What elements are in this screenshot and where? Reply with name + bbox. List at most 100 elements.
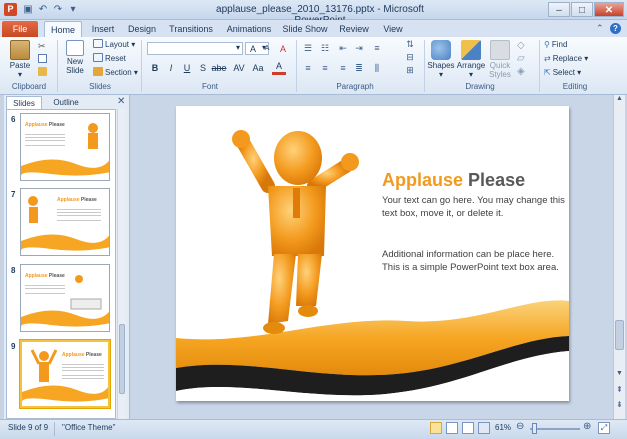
group-separator [57,40,58,92]
italic-button[interactable]: I [164,62,178,74]
chevron-down-icon: ▾ [235,43,240,52]
tab-slides[interactable]: Slides [6,96,42,109]
grow-font-button[interactable]: A [246,43,260,55]
change-case-button[interactable]: Aa [250,62,266,74]
paste-button[interactable]: Paste ▾ [6,40,34,79]
replace-button[interactable]: ⇄ Replace ▾ [544,53,588,64]
section-button[interactable]: Section ▾ [93,67,138,78]
next-slide-icon[interactable]: ⇟ [614,400,625,409]
tab-animations[interactable]: Animations [222,21,276,37]
shrink-font-button[interactable]: A [260,43,274,55]
increase-indent-icon[interactable]: ⇥ [352,42,366,54]
align-center-icon[interactable]: ≡ [318,62,332,74]
zoom-slider[interactable] [530,428,580,430]
decrease-indent-icon[interactable]: ⇤ [336,42,350,54]
new-slide-button[interactable]: New Slide [61,40,89,75]
slide-count-status: Slide 9 of 9 [8,423,49,432]
tab-slide-show[interactable]: Slide Show [280,21,330,37]
scroll-up-icon[interactable]: ▲ [614,95,625,106]
quick-styles-button[interactable]: Quick Styles [486,40,514,79]
normal-view-icon[interactable] [430,422,442,434]
zoom-in-icon[interactable]: ⊕ [583,421,591,432]
close-button[interactable]: ✕ [594,2,624,17]
clear-formatting-button[interactable]: A [276,43,290,55]
align-right-icon[interactable]: ≡ [336,62,350,74]
tab-outline[interactable]: Outline [44,96,88,109]
slide-sorter-icon[interactable] [446,422,458,434]
arrange-button[interactable]: Arrange ▾ [456,40,486,79]
select-button[interactable]: ⇱ Select ▾ [544,67,581,78]
close-pane-icon[interactable]: ✕ [117,96,125,107]
bold-button[interactable]: B [148,62,162,74]
previous-slide-icon[interactable]: ⇞ [614,385,625,394]
shape-fill-icon[interactable]: ◇ [517,40,525,51]
strikethrough-button[interactable]: abe [210,62,228,74]
tab-transitions[interactable]: Transitions [164,21,218,37]
clipboard-icon [10,40,30,60]
align-text-icon[interactable]: ⊟ [403,51,417,63]
character-spacing-button[interactable]: AV [230,62,248,74]
layout-icon [93,39,103,48]
slide-thumbnail-7[interactable]: Applause Please [20,188,110,256]
tab-design[interactable]: Design [124,21,160,37]
layout-button[interactable]: Layout ▾ [93,39,135,50]
minimize-ribbon-icon[interactable]: ⌃ [596,23,604,34]
format-painter-icon[interactable] [38,67,47,76]
zoom-out-icon[interactable]: ⊖ [516,421,524,432]
tab-insert[interactable]: Insert [86,21,120,37]
scroll-thumb[interactable] [119,324,125,394]
shapes-button[interactable]: Shapes ▾ [427,40,455,79]
group-separator [424,40,425,92]
reading-view-icon[interactable] [462,422,474,434]
group-label-paragraph: Paragraph [336,82,374,91]
find-button[interactable]: ⚲ Find [544,39,567,50]
text-direction-icon[interactable]: ⇅ [403,38,417,50]
fit-slide-icon[interactable]: ⤢ [598,422,610,434]
slide-thumbnail-6[interactable]: Applause Please [20,113,110,181]
cut-icon[interactable]: ✂ [38,41,46,52]
slide-thumbnail-9[interactable]: Applause Please [19,339,111,409]
undo-icon[interactable]: ↶ [36,3,50,16]
reset-button[interactable]: Reset [93,53,126,64]
save-icon[interactable]: ▣ [21,3,35,16]
reset-icon [93,53,103,62]
tab-file[interactable]: File [2,21,38,37]
shape-effects-icon[interactable]: ◈ [517,66,525,77]
smartart-icon[interactable]: ⊞ [403,64,417,76]
shape-outline-icon[interactable]: ▱ [517,53,525,64]
customize-qat-icon[interactable]: ▾ [66,3,80,16]
minimize-button[interactable]: – [548,2,570,17]
slide-body-text-1[interactable]: Your text can go here. You may change th… [382,194,567,220]
font-color-button[interactable]: A [272,60,286,75]
line-spacing-icon[interactable]: ≡ [370,42,384,54]
shadow-button[interactable]: S [196,62,210,74]
justify-icon[interactable]: ≣ [352,62,366,74]
bullets-icon[interactable]: ☰ [301,42,315,54]
zoom-level[interactable]: 61% [495,423,511,432]
maximize-button[interactable]: □ [571,2,593,17]
zoom-slider-thumb[interactable] [532,423,537,434]
columns-icon[interactable]: ⫼ [370,62,384,74]
slide-title[interactable]: Applause Please [382,170,525,191]
slide-body-text-2[interactable]: Additional information can be place here… [382,248,567,274]
scroll-thumb[interactable] [615,320,624,350]
tab-home[interactable]: Home [44,21,82,37]
redo-icon[interactable]: ↷ [51,3,65,16]
font-name-combo[interactable]: ▾ [147,42,243,55]
theme-status: "Office Theme" [62,423,116,432]
tab-view[interactable]: View [378,21,408,37]
slide-canvas[interactable]: Applause Please Your text can go here. Y… [176,106,569,401]
shapes-icon [431,40,451,60]
align-left-icon[interactable]: ≡ [301,62,315,74]
underline-button[interactable]: U [180,62,194,74]
slide-thumbnail-8[interactable]: Applause Please [20,264,110,332]
help-icon[interactable]: ? [610,23,621,34]
copy-icon[interactable] [38,54,47,63]
thumbnail-scrollbar[interactable] [117,109,126,419]
scroll-down-icon[interactable]: ▼ [614,370,625,377]
powerpoint-app-icon[interactable]: P [4,3,17,16]
tab-review[interactable]: Review [336,21,372,37]
slide-show-icon[interactable] [478,422,490,434]
slide-scrollbar[interactable]: ▲ ▼ ⇞ ⇟ [613,95,625,419]
numbering-icon[interactable]: ☷ [318,42,332,54]
